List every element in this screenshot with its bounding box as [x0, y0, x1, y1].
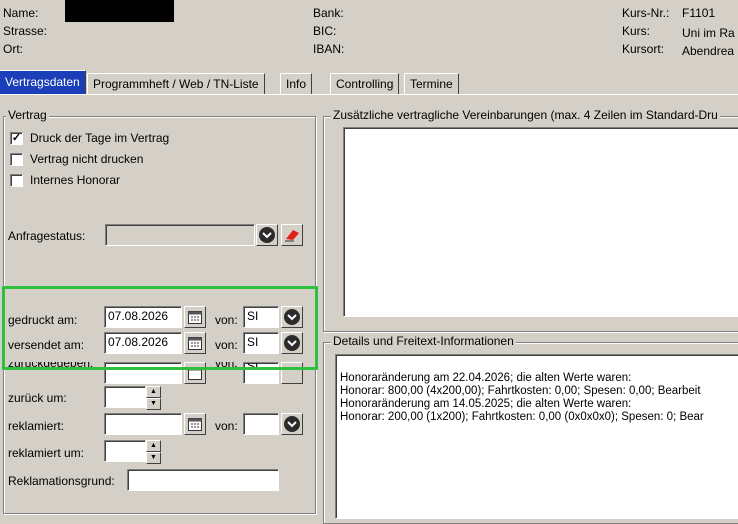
chevron-down-icon	[284, 416, 300, 432]
anfragestatus-clear-button[interactable]	[281, 224, 303, 246]
gedruckt-label: gedruckt am:	[8, 313, 78, 327]
name-label: Name:	[3, 6, 39, 20]
details-textarea[interactable]: Honoraränderung am 22.04.2026; die alten…	[335, 354, 738, 519]
ort-label: Ort:	[3, 42, 23, 56]
versendet-label: versendet am:	[8, 338, 85, 352]
zurueck-von-value: SI	[247, 362, 259, 373]
iban-label: IBAN:	[313, 42, 345, 56]
checkbox-druck-tage[interactable]: ✓	[10, 132, 23, 145]
vertrag-legend: Vertrag	[6, 108, 49, 122]
chevron-down-icon	[284, 309, 300, 325]
reklamiert-calendar-button[interactable]	[184, 413, 206, 435]
zusatz-textarea[interactable]	[343, 127, 738, 317]
checkbox-nicht-drucken[interactable]	[10, 153, 23, 166]
reklamiert-von-label: von:	[215, 419, 238, 433]
chevron-down-icon	[284, 335, 300, 351]
reklamiert-von-dropdown-button[interactable]	[281, 413, 303, 435]
versendet-von-dropdown-button[interactable]	[281, 332, 303, 354]
gedruckt-von-dropdown-button[interactable]	[281, 306, 303, 328]
gedruckt-date-field[interactable]: 07.08.2026	[104, 306, 182, 328]
reklamiert-um-label: reklamiert um:	[8, 446, 85, 460]
reklamationsgrund-field[interactable]	[127, 469, 279, 491]
details-line: Honoraränderung am 14.05.2025; die alten…	[340, 398, 632, 410]
calendar-icon	[188, 367, 202, 380]
bank-label: Bank:	[313, 6, 344, 20]
checkbox-label-nicht-drucken: Vertrag nicht drucken	[30, 152, 144, 166]
kurs-label: Kurs:	[622, 24, 651, 38]
zurueck-label: zurückgegeben:	[8, 362, 93, 370]
zurueck-von-dropdown-button[interactable]	[281, 362, 303, 384]
strasse-label: Strasse:	[3, 24, 48, 38]
versendet-von-label: von:	[215, 338, 238, 352]
reklamiert-von-field[interactable]	[243, 413, 279, 435]
details-line: Honorar: 800,00 (4x200,00); Fahrtkosten:…	[340, 385, 701, 397]
checkbox-internes-honorar[interactable]	[10, 174, 23, 187]
versendet-calendar-button[interactable]	[184, 332, 206, 354]
reklamiert-label: reklamiert:	[8, 419, 65, 433]
zurueck-date-field[interactable]	[104, 362, 182, 384]
zurueck-label-text: zurückgegeben:	[8, 362, 94, 370]
zurueck-calendar-button[interactable]	[184, 362, 206, 384]
tab-info[interactable]: Info	[280, 73, 313, 94]
checkbox-label-druck-tage: Druck der Tage im Vertrag	[30, 131, 170, 145]
zurueck-um-field[interactable]	[104, 386, 146, 408]
zusatz-legend: Zusätzliche vertragliche Vereinbarungen …	[331, 108, 720, 122]
zurueck-um-spinner[interactable]: ▲ ▼	[146, 386, 161, 412]
zurueck-von-field[interactable]: SI	[243, 362, 279, 384]
kursnr-label: Kurs-Nr.:	[622, 6, 670, 20]
bic-label: BIC:	[313, 24, 337, 38]
reklamiert-um-spinner[interactable]: ▲ ▼	[146, 440, 161, 466]
anfragestatus-label: Anfragestatus:	[8, 229, 86, 243]
calendar-icon	[188, 418, 202, 431]
details-line: Honoraränderung am 22.04.2026; die alten…	[340, 372, 632, 384]
gedruckt-von-field[interactable]: SI	[243, 306, 279, 328]
zurueck-von-label-text: von:	[215, 362, 238, 370]
tab-controlling[interactable]: Controlling	[330, 73, 400, 94]
reklamiert-um-field[interactable]	[104, 440, 146, 462]
reklamiert-date-field[interactable]	[104, 413, 182, 435]
tab-termine[interactable]: Termine	[404, 73, 459, 94]
kurs-value: Uni im Ra	[682, 26, 735, 40]
zurueck-von-label: von:	[215, 362, 238, 370]
calendar-icon	[188, 337, 202, 350]
zurueck-um-label: zurück um:	[8, 391, 67, 405]
anfragestatus-field[interactable]	[105, 224, 255, 246]
tab-programmheft[interactable]: Programmheft / Web / TN-Liste	[87, 73, 265, 94]
kursort-value: Abendrea	[682, 44, 735, 58]
calendar-icon	[188, 311, 202, 324]
kursnr-value: F1101	[682, 6, 716, 20]
anfragestatus-dropdown-button[interactable]	[256, 224, 278, 246]
tab-vertragsdaten[interactable]: Vertragsdaten	[0, 70, 86, 94]
reklamationsgrund-label: Reklamationsgrund:	[8, 474, 115, 488]
details-legend: Details und Freitext-Informationen	[331, 334, 516, 348]
versendet-date-field[interactable]: 07.08.2026	[104, 332, 182, 354]
chevron-down-icon	[259, 227, 275, 243]
checkbox-label-internes-honorar: Internes Honorar	[30, 173, 121, 187]
kursort-label: Kursort:	[622, 42, 665, 56]
versendet-von-field[interactable]: SI	[243, 332, 279, 354]
gedruckt-von-label: von:	[215, 313, 238, 327]
redacted-name	[65, 0, 174, 22]
eraser-icon	[285, 230, 299, 242]
gedruckt-calendar-button[interactable]	[184, 306, 206, 328]
details-line: Honorar: 200,00 (1x200); Fahrtkosten: 0,…	[340, 411, 704, 423]
